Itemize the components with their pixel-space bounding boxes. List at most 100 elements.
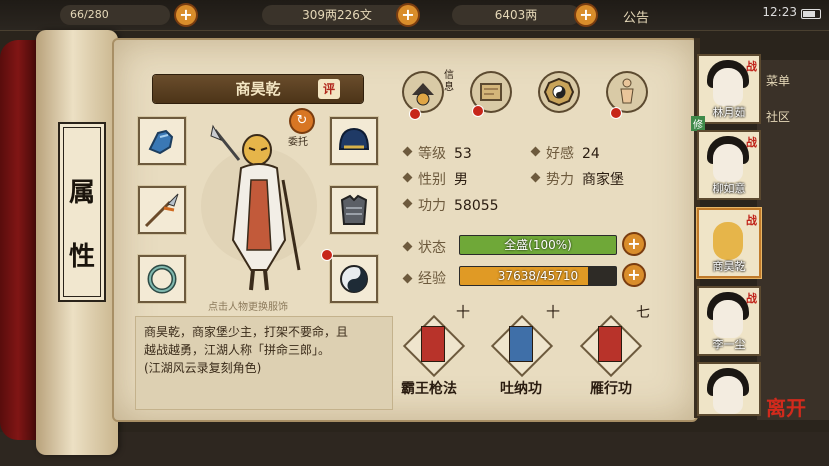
- silver-add-button[interactable]: +: [398, 5, 418, 25]
- ring-icon: [147, 264, 177, 294]
- roster-name: 柳如意: [712, 182, 746, 195]
- bagua-icon: [543, 77, 575, 107]
- roster-name: 林月茹: [712, 106, 746, 119]
- state-bar-text: 全盛(100%): [504, 238, 572, 252]
- info-button[interactable]: [404, 73, 442, 111]
- exp-bar-text: 37638/45710: [497, 269, 579, 283]
- stamina-counter: 66/280: [60, 5, 170, 25]
- yinyang-fish-icon: [340, 265, 368, 293]
- skill-level: 七: [636, 305, 650, 321]
- equip-slot-gloves[interactable]: [138, 117, 186, 165]
- stat-favor-label: 好感: [546, 146, 574, 162]
- tiger-mask-portrait: [713, 222, 743, 260]
- body-meridian-icon: [620, 78, 634, 104]
- gold-counter: 6403两: [452, 5, 580, 25]
- stamina-add-button[interactable]: +: [176, 5, 196, 25]
- notification-dot: [410, 109, 420, 119]
- evaluate-button[interactable]: 评: [318, 79, 340, 99]
- portrait-face: [713, 144, 743, 182]
- gold-add-button[interactable]: +: [576, 5, 596, 25]
- leave-button[interactable]: 离开: [766, 392, 806, 432]
- equip-slot-accessory[interactable]: [330, 255, 378, 303]
- red-book-icon: [421, 326, 445, 362]
- battle-tag: 战: [746, 214, 757, 227]
- red-book-icon: [598, 326, 622, 362]
- battle-tag: 战: [746, 292, 757, 305]
- spear-icon: [144, 193, 179, 228]
- add-exp-button[interactable]: +: [624, 265, 644, 285]
- stat-exp-label: 经验: [418, 271, 446, 287]
- announcement-button[interactable]: 公告: [623, 7, 649, 26]
- roster-name: 李一尘: [712, 338, 746, 351]
- stat-level-label: 等级: [418, 146, 446, 162]
- roster-name: 商昊乾: [712, 260, 746, 273]
- scroll-tassel: [0, 40, 36, 440]
- skill-level: 十: [456, 305, 470, 321]
- stat-state-label: 状态: [418, 240, 446, 256]
- stat-gender: 性别男: [404, 169, 468, 189]
- stat-power: 功力 58055: [404, 195, 499, 215]
- description-line: 商昊乾，商家堡少主，打架不要命，且: [144, 325, 349, 339]
- state-bar: 全盛(100%): [459, 235, 617, 255]
- portrait-face: [713, 376, 743, 414]
- bottom-menu-bar: [0, 432, 829, 466]
- armor-icon: [340, 194, 368, 225]
- skill-name: 雁行功: [590, 381, 632, 397]
- stat-faction: 势力 商家堡: [532, 169, 624, 189]
- notification-dot: [473, 106, 483, 116]
- equip-slot-helmet[interactable]: [330, 117, 378, 165]
- silver-counter: 309两226文: [262, 5, 412, 25]
- tap-hint: 点击人物更换服饰: [208, 302, 288, 313]
- skill-slot[interactable]: [579, 314, 643, 378]
- stat-favor-value: 24: [582, 146, 600, 162]
- stat-faction-label: 势力: [546, 172, 574, 188]
- exp-bar: 37638/45710: [459, 266, 617, 286]
- meridian-button[interactable]: [608, 73, 646, 111]
- battery-icon: [801, 9, 821, 19]
- skill-name: 吐纳功: [500, 381, 542, 397]
- stat-power-label: 功力: [418, 198, 446, 214]
- bagua-button[interactable]: [540, 73, 578, 111]
- notification-dot: [322, 250, 332, 260]
- stat-level-value: 53: [454, 146, 472, 162]
- gloves-icon: [148, 129, 174, 155]
- equip-slot-ring[interactable]: [138, 255, 186, 303]
- roster-card[interactable]: 战 李一尘: [697, 286, 761, 356]
- stat-exp: 经验: [404, 268, 446, 288]
- equip-slot-armor[interactable]: [330, 186, 378, 234]
- panel-title-char-1: 属: [68, 178, 95, 208]
- stat-gender-label: 性别: [418, 172, 446, 188]
- skill-slot[interactable]: [490, 314, 554, 378]
- clock: 12:23: [762, 5, 797, 19]
- blue-book-icon: [509, 326, 533, 362]
- stat-favor: 好感 24: [532, 143, 600, 163]
- stat-power-value: 58055: [454, 198, 499, 214]
- skill-level: 十: [546, 305, 560, 321]
- panel-title-char-2: 性: [68, 242, 95, 272]
- equip-slot-weapon[interactable]: [138, 186, 186, 234]
- roster-card[interactable]: [697, 362, 761, 416]
- panel-title: 属 性: [58, 122, 106, 302]
- portrait-face: [713, 300, 743, 338]
- community-button[interactable]: 社区: [766, 106, 826, 128]
- character-description: 商昊乾，商家堡少主，打架不要命，且 越战越勇，江湖人称「拼命三郎」。 (江湖风云…: [135, 316, 393, 410]
- roster-card[interactable]: 战 林月茹: [697, 54, 761, 124]
- roster-card-selected[interactable]: 战 商昊乾: [697, 208, 761, 278]
- helmet-icon: [338, 127, 370, 150]
- roster-card[interactable]: 战 柳如意: [697, 130, 761, 200]
- description-line: 越战越勇，江湖人称「拼命三郎」。: [144, 343, 331, 357]
- stat-state: 状态: [404, 237, 446, 257]
- menu-button[interactable]: 菜单: [766, 70, 826, 92]
- top-status-bar: 66/280 + 309两226文 + 6403两 + 公告 12:23: [0, 0, 829, 31]
- change-outfit-icon[interactable]: ↻: [291, 110, 313, 132]
- skill-slot[interactable]: [402, 314, 466, 378]
- stat-level: 等级 53: [404, 143, 472, 163]
- restore-state-button[interactable]: +: [624, 234, 644, 254]
- portrait-face: [713, 68, 743, 106]
- stat-gender-value: 男: [454, 172, 468, 188]
- description-line: (江湖风云录复刻角色): [144, 361, 262, 375]
- battle-tag: 战: [746, 60, 757, 73]
- info-label: 信息: [444, 70, 454, 93]
- notification-dot: [611, 108, 621, 118]
- stat-faction-value: 商家堡: [582, 172, 624, 188]
